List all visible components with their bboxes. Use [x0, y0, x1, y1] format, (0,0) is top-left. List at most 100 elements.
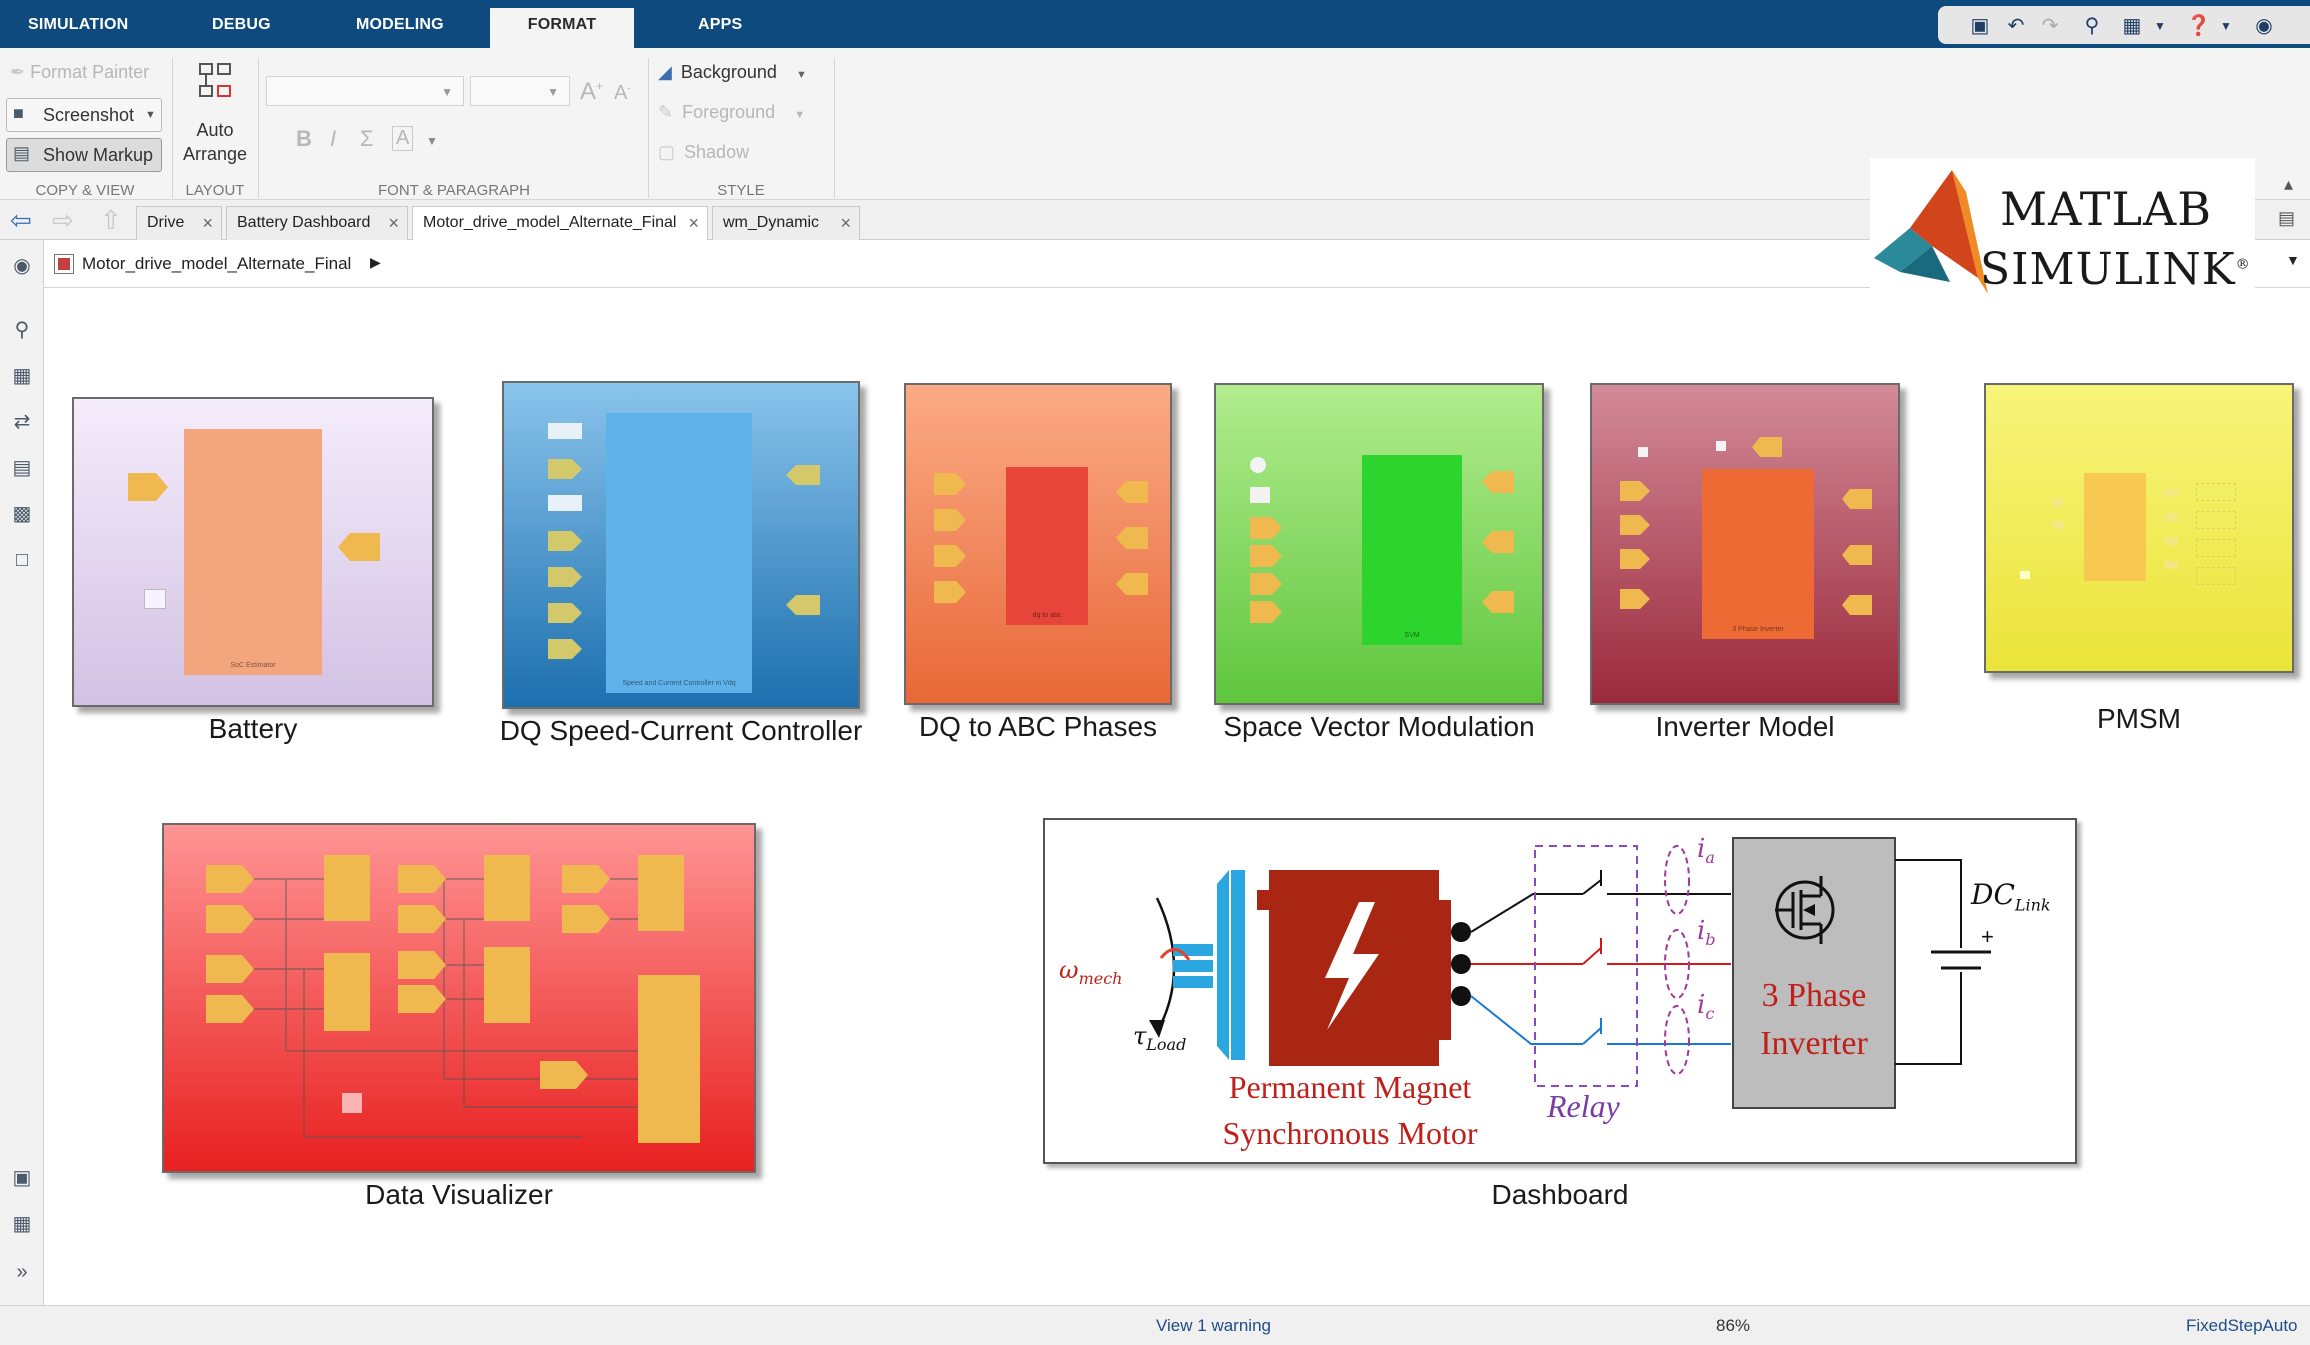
- tab-debug[interactable]: DEBUG: [212, 0, 282, 48]
- inverter-text: 3 Phase Inverter: [1760, 977, 1868, 1062]
- mux-block[interactable]: [324, 855, 370, 921]
- warning-link[interactable]: View 1 warning: [1156, 1316, 1271, 1336]
- chevron-down-icon: ▼: [795, 69, 807, 81]
- input-port: [398, 865, 446, 893]
- font-size-select[interactable]: ▼: [470, 76, 570, 106]
- pmsm-subsystem[interactable]: [2084, 473, 2146, 581]
- output-port: [1116, 481, 1148, 503]
- mux-block[interactable]: [638, 855, 684, 931]
- font-family-select[interactable]: ▼: [266, 76, 464, 106]
- solver-link[interactable]: FixedStepAuto: [2186, 1316, 2298, 1336]
- dq-to-abc-subsystem[interactable]: dq to abc: [1006, 467, 1088, 625]
- svm-subsystem[interactable]: SVM: [1362, 455, 1462, 645]
- italic-button[interactable]: I: [330, 126, 336, 152]
- close-icon[interactable]: ×: [202, 207, 213, 239]
- format-painter-button[interactable]: ✒ Format Painter: [10, 62, 149, 83]
- input-port: [206, 905, 254, 933]
- back-arrow-icon[interactable]: ⇦: [10, 206, 32, 234]
- hide-browser-icon[interactable]: ◉: [10, 254, 34, 278]
- settings-icon[interactable]: ◉: [2252, 14, 2276, 38]
- help-dropdown-icon[interactable]: ▼: [2214, 14, 2238, 38]
- close-icon[interactable]: ×: [688, 207, 699, 239]
- chevron-right-icon[interactable]: ▶: [370, 254, 381, 271]
- bold-button[interactable]: B: [296, 126, 312, 152]
- up-arrow-icon[interactable]: ⇧: [100, 206, 122, 234]
- arrow-direction-icon[interactable]: ⇄: [10, 410, 34, 434]
- input-port: [1620, 589, 1650, 609]
- save-icon[interactable]: ▣: [1968, 14, 1992, 38]
- shadow-icon: ▢: [658, 142, 676, 162]
- plus-label: +: [1981, 924, 1994, 949]
- tab-motor-drive-model[interactable]: Motor_drive_model_Alternate_Final ×: [412, 206, 708, 241]
- speed-current-subsystem[interactable]: Speed and Current Controller in Vdq: [606, 413, 752, 693]
- mux-block[interactable]: [324, 953, 370, 1031]
- area-icon[interactable]: □: [10, 548, 34, 572]
- tab-menu-icon[interactable]: ▤: [2278, 208, 2295, 229]
- input-constant: [1716, 441, 1726, 451]
- input-port: [934, 545, 966, 567]
- tab-format[interactable]: FORMAT: [490, 8, 634, 48]
- font-color-button[interactable]: A: [392, 126, 414, 151]
- tab-battery-dashboard[interactable]: Battery Dashboard ×: [226, 206, 408, 240]
- left-toolbar: ◉ ⚲ ▦ ⇄ ▤ ▩ □ ▣ ▦ »: [0, 240, 44, 1305]
- decrease-font-icon[interactable]: A-: [614, 82, 631, 105]
- tab-drive[interactable]: Drive ×: [136, 206, 222, 240]
- dq-controller-block[interactable]: Speed and Current Controller in Vdq: [502, 381, 860, 709]
- data-visualizer-label: Data Visualizer: [365, 1179, 553, 1210]
- svm-block[interactable]: SVM: [1214, 383, 1544, 705]
- undo-icon[interactable]: ↶: [2004, 14, 2028, 38]
- mux-block[interactable]: [484, 947, 530, 1023]
- annotation-icon[interactable]: ▤: [10, 456, 34, 480]
- background-button[interactable]: ◢ Background ▼: [658, 62, 807, 83]
- output-port: [786, 595, 820, 615]
- scope-group: [2196, 483, 2236, 501]
- layout-dropdown-icon[interactable]: ▼: [2148, 14, 2172, 38]
- close-icon[interactable]: ×: [388, 207, 399, 239]
- chevron-down-icon: ▼: [145, 109, 156, 121]
- data-visualizer-block[interactable]: [162, 823, 756, 1173]
- simulink-window: SIMULATION DEBUG MODELING FORMAT APPS ▣ …: [0, 0, 2310, 1345]
- increase-font-icon[interactable]: A+: [580, 78, 603, 106]
- mux-block[interactable]: [484, 855, 530, 921]
- input-constant: [2020, 571, 2030, 579]
- property-inspector-icon[interactable]: ▦: [10, 1212, 34, 1236]
- collapse-ribbon-icon[interactable]: ▴: [2284, 174, 2293, 195]
- tab-apps[interactable]: APPS: [698, 0, 758, 48]
- soc-estimator-subsystem[interactable]: SoC Estimator: [184, 429, 322, 675]
- search-icon[interactable]: ⚲: [2080, 14, 2104, 38]
- shadow-button[interactable]: ▢ Shadow: [658, 142, 749, 163]
- layout-icon[interactable]: ▦: [2120, 14, 2144, 38]
- forward-arrow-icon[interactable]: ⇨: [52, 206, 74, 234]
- dashboard-block[interactable]: ωmech τLoad Permanent Magnet Synchronous…: [1043, 818, 2077, 1164]
- tex-button[interactable]: Σ: [360, 126, 374, 152]
- fit-to-view-icon[interactable]: ▦: [10, 364, 34, 388]
- show-markup-button[interactable]: ▤ Show Markup: [6, 138, 162, 172]
- three-phase-inverter-subsystem[interactable]: 3 Phase Inverter: [1702, 469, 1814, 639]
- scope-block[interactable]: [638, 975, 700, 1143]
- zoom-icon[interactable]: ⚲: [10, 318, 34, 342]
- camera-icon[interactable]: ▣: [10, 1166, 34, 1190]
- auto-arrange-button[interactable]: Auto Arrange: [178, 58, 252, 176]
- group-label-copy-view: COPY & VIEW: [35, 182, 135, 199]
- image-icon[interactable]: ▩: [10, 502, 34, 526]
- model-canvas[interactable]: SoC Estimator Battery Speed and Current …: [44, 289, 2310, 1305]
- ribbon-divider: [648, 58, 649, 198]
- help-icon[interactable]: ❓: [2186, 14, 2211, 38]
- expand-icon[interactable]: »: [10, 1260, 34, 1284]
- input-port: [548, 531, 582, 551]
- tab-simulation[interactable]: SIMULATION: [28, 0, 128, 48]
- screenshot-button[interactable]: ■ Screenshot ▼: [6, 98, 162, 132]
- foreground-button[interactable]: ✎ Foreground ▼: [658, 102, 805, 123]
- inverter-block[interactable]: 3 Phase Inverter: [1590, 383, 1900, 705]
- tab-wm-dynamic[interactable]: wm_Dynamic ×: [712, 206, 860, 240]
- chevron-down-icon[interactable]: ▼: [426, 134, 438, 148]
- close-icon[interactable]: ×: [840, 207, 851, 239]
- chevron-down-icon[interactable]: ▼: [2286, 252, 2300, 268]
- model-icon: [54, 254, 74, 274]
- tab-modeling[interactable]: MODELING: [356, 0, 456, 48]
- dq-to-abc-block[interactable]: dq to abc: [904, 383, 1172, 705]
- pmsm-block[interactable]: [1984, 383, 2294, 673]
- battery-block[interactable]: SoC Estimator: [72, 397, 434, 707]
- breadcrumb-model-link[interactable]: Motor_drive_model_Alternate_Final: [82, 254, 351, 274]
- redo-icon[interactable]: ↷: [2038, 14, 2062, 38]
